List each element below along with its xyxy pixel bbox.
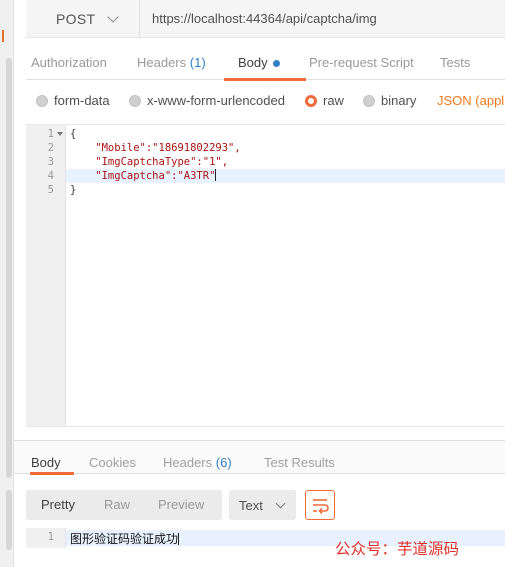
tab-label: Cookies bbox=[89, 455, 136, 470]
tab-label: Test Results bbox=[264, 455, 335, 470]
line-number: 3 bbox=[47, 156, 54, 168]
tab-label: Pre-request Script bbox=[309, 55, 414, 70]
code-line: "Mobile":"18691802293", bbox=[70, 142, 241, 154]
text-cursor bbox=[178, 533, 180, 545]
url-input[interactable]: https://localhost:44364/api/captcha/img bbox=[152, 11, 377, 26]
request-bar: POST https://localhost:44364/api/captcha… bbox=[26, 0, 505, 38]
wrap-lines-icon bbox=[313, 499, 329, 515]
text-cursor bbox=[215, 169, 217, 181]
response-toolbar: Pretty Raw Preview Text bbox=[26, 490, 505, 520]
tab-test-results[interactable]: Test Results bbox=[264, 455, 335, 470]
radio-binary[interactable]: binary bbox=[363, 93, 416, 108]
code-line: { bbox=[70, 128, 77, 140]
response-message: 图形验证码验证成功 bbox=[70, 532, 179, 546]
panel-edge-marker bbox=[2, 30, 8, 42]
raw-button[interactable]: Raw bbox=[104, 497, 130, 512]
scrollbar-lower[interactable] bbox=[6, 490, 12, 550]
response-text: 图形验证码验证成功 bbox=[70, 530, 180, 547]
radio-raw[interactable]: raw bbox=[305, 93, 344, 108]
format-select[interactable]: Text bbox=[229, 490, 296, 520]
tab-response-headers[interactable]: Headers (6) bbox=[163, 455, 232, 470]
tab-response-body[interactable]: Body bbox=[31, 455, 61, 470]
active-tab-indicator bbox=[224, 78, 306, 81]
response-tabs: Body Cookies Headers (6) Test Results bbox=[14, 440, 505, 475]
tab-pre-request-script[interactable]: Pre-request Script bbox=[309, 55, 414, 70]
line-number: 1 bbox=[47, 531, 54, 543]
fold-arrow-icon[interactable] bbox=[57, 132, 63, 136]
request-tabs: Authorization Headers (1) Body Pre-reque… bbox=[26, 46, 505, 81]
request-body-editor[interactable]: 1 2 3 4 5 { "Mobile":"18691802293", "Img… bbox=[26, 124, 505, 427]
tab-label: Headers bbox=[163, 455, 213, 470]
modified-dot-icon bbox=[272, 60, 280, 68]
view-mode-group: Pretty Raw Preview bbox=[26, 490, 222, 520]
tab-label: Headers bbox=[137, 55, 187, 70]
pretty-button[interactable]: Pretty bbox=[41, 497, 75, 512]
headers-count: (1) bbox=[189, 55, 206, 70]
tab-label: Body bbox=[31, 455, 61, 470]
preview-button[interactable]: Preview bbox=[158, 497, 204, 512]
radio-label: form-data bbox=[54, 93, 110, 108]
body-type-selector: form-data x-www-form-urlencoded raw bina… bbox=[26, 86, 505, 116]
wrap-lines-button[interactable] bbox=[305, 490, 335, 520]
code-text: "ImgCaptcha":"A3TR" bbox=[70, 170, 216, 182]
radio-label: x-www-form-urlencoded bbox=[147, 93, 285, 108]
radio-selected-icon bbox=[305, 94, 317, 107]
tab-label: Authorization bbox=[31, 55, 107, 70]
line-number-gutter: 1 2 3 4 5 bbox=[26, 125, 66, 426]
code-line: "ImgCaptchaType":"1", bbox=[70, 156, 229, 168]
left-panel-strip bbox=[0, 0, 14, 567]
line-number: 4 bbox=[47, 170, 54, 182]
radio-label: raw bbox=[323, 93, 344, 108]
line-number: 5 bbox=[47, 184, 54, 196]
radio-icon bbox=[129, 94, 141, 107]
tab-body[interactable]: Body bbox=[238, 55, 280, 70]
radio-icon bbox=[363, 94, 375, 107]
response-headers-count: (6) bbox=[215, 455, 232, 470]
tab-cookies[interactable]: Cookies bbox=[89, 455, 136, 470]
tab-label: Tests bbox=[440, 55, 471, 70]
format-label: Text bbox=[239, 497, 263, 513]
method-select[interactable]: POST bbox=[26, 0, 140, 38]
active-tab-indicator bbox=[30, 472, 74, 475]
tab-label: Body bbox=[238, 55, 268, 70]
radio-form-data[interactable]: form-data bbox=[36, 93, 110, 108]
code-line: } bbox=[70, 184, 77, 196]
watermark-text: 公众号：芋道源码 bbox=[335, 540, 460, 558]
chevron-down-icon bbox=[275, 498, 286, 508]
method-label: POST bbox=[56, 11, 96, 27]
line-number-gutter: 1 bbox=[26, 528, 66, 548]
tab-authorization[interactable]: Authorization bbox=[31, 55, 107, 70]
code-line-current: "ImgCaptcha":"A3TR" bbox=[70, 169, 217, 183]
radio-icon bbox=[36, 94, 48, 107]
radio-x-www-form-urlencoded[interactable]: x-www-form-urlencoded bbox=[129, 93, 285, 108]
tab-headers[interactable]: Headers (1) bbox=[137, 55, 206, 70]
line-number: 1 bbox=[47, 128, 54, 140]
scrollbar[interactable] bbox=[6, 58, 12, 478]
content-type-dropdown[interactable]: JSON (applic bbox=[437, 93, 505, 108]
radio-label: binary bbox=[381, 93, 417, 108]
chevron-down-icon bbox=[107, 11, 119, 23]
line-number: 2 bbox=[47, 142, 54, 154]
tab-tests[interactable]: Tests bbox=[440, 55, 470, 70]
